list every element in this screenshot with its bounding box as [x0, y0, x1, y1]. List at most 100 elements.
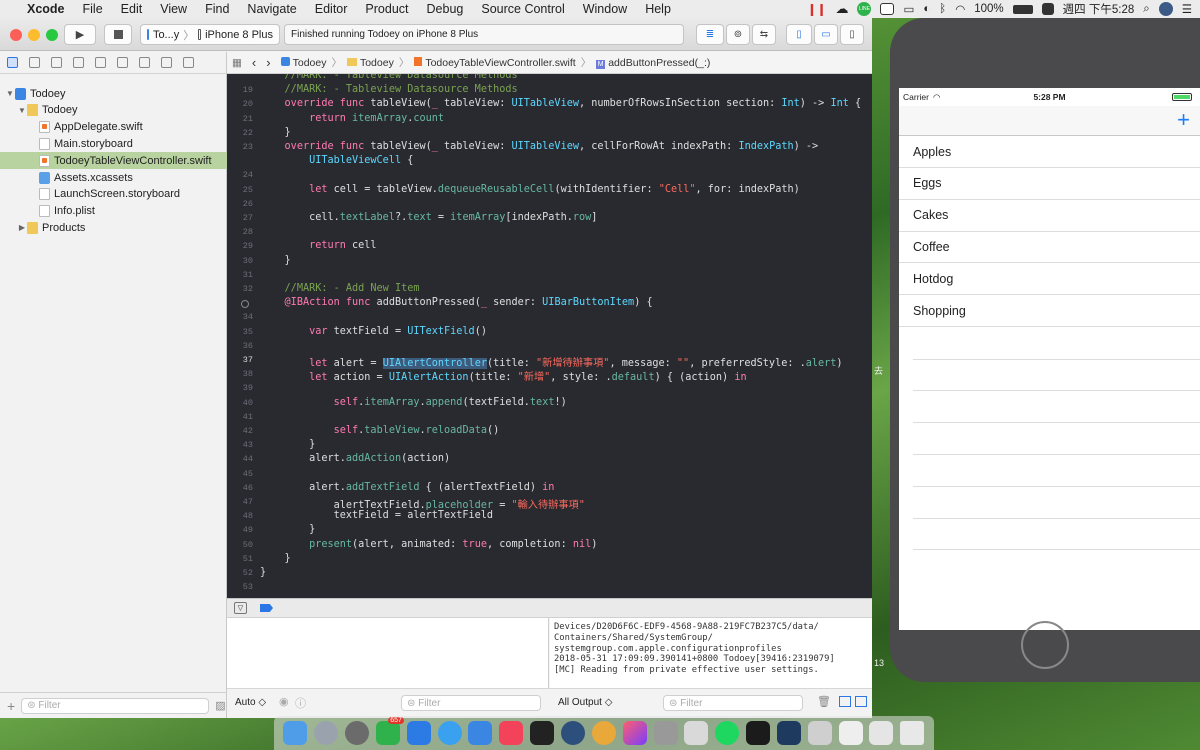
menu-find[interactable]: Find [196, 2, 238, 16]
add-item-button[interactable]: + [1177, 106, 1190, 134]
trash-dock-icon[interactable] [900, 721, 925, 745]
todo-cell[interactable]: Apples [899, 136, 1200, 168]
menu-edit[interactable]: Edit [112, 2, 152, 16]
nav-row-info-plist[interactable]: Info.plist [0, 203, 227, 220]
code-line[interactable]: self.tableView.reloadData() [260, 425, 500, 436]
report-icon[interactable] [183, 57, 194, 68]
console-only-icon[interactable] [855, 696, 867, 707]
downloads-stack-icon[interactable] [807, 721, 832, 745]
code-line[interactable]: return cell [260, 240, 376, 251]
documents-stack-icon[interactable] [838, 721, 863, 745]
code-line[interactable]: present(alert, animated: true, completio… [260, 539, 597, 550]
version-editor-button[interactable]: ⇆ [752, 24, 776, 45]
navigator-filter-input[interactable]: ⊜ Filter [21, 697, 210, 714]
line-app-icon[interactable]: 657 [375, 717, 404, 745]
disclosure-icon[interactable]: ▼ [17, 106, 27, 115]
spotify-icon[interactable] [715, 721, 740, 745]
bookmark-icon[interactable]: ▭ [903, 2, 914, 16]
code-line[interactable]: textField = alertTextField [260, 510, 493, 521]
photo-app-icon[interactable] [622, 721, 647, 745]
jump-group[interactable]: Todoey [342, 57, 399, 69]
menu-window[interactable]: Window [574, 2, 636, 16]
nav-row-todoey[interactable]: ▼ Todoey [0, 85, 227, 102]
line-icon[interactable]: LINE [857, 2, 872, 16]
zoom-window-icon[interactable] [46, 29, 58, 41]
preview-icon[interactable] [684, 721, 709, 745]
todo-cell[interactable]: Hotdog [899, 263, 1200, 296]
jump-file[interactable]: TodoeyTableViewController.swift [409, 56, 580, 69]
status-circle-icon[interactable]: ◐ [923, 3, 930, 15]
standard-editor-button[interactable]: ≣ [696, 24, 724, 45]
instruments-icon[interactable] [776, 721, 801, 745]
code-line[interactable]: } [260, 524, 315, 535]
keyboard-input-icon[interactable] [1041, 3, 1054, 15]
code-line[interactable]: } [260, 439, 315, 450]
stop-button[interactable] [104, 24, 132, 45]
related-items-icon[interactable]: ▦ [227, 57, 247, 69]
console-output[interactable]: Devices/D20D6F6C-EDF9-4568-9A88-219FC7B2… [550, 618, 872, 688]
add-icon[interactable]: + [7, 698, 15, 714]
toggle-utilities-button[interactable]: ▯ [840, 24, 864, 45]
run-button[interactable]: ▶ [64, 24, 96, 45]
menu-file[interactable]: File [74, 2, 112, 16]
menu-app-name[interactable]: Xcode [18, 2, 74, 16]
menu-editor[interactable]: Editor [306, 2, 357, 16]
nav-row-appdelegate-swift[interactable]: AppDelegate.swift [0, 119, 227, 136]
todo-cell[interactable]: Eggs [899, 168, 1200, 200]
spotlight-icon[interactable]: ⌕ [1143, 3, 1149, 16]
database-icon[interactable] [561, 721, 586, 745]
menu-navigate[interactable]: Navigate [238, 2, 305, 16]
debug-icon[interactable] [139, 57, 150, 68]
console-filter-input[interactable]: ⊜ Filter [663, 695, 803, 711]
issue-icon[interactable] [95, 57, 106, 68]
nav-row-todoey[interactable]: ▼ Todoey [0, 102, 227, 119]
code-line[interactable]: return itemArray.count [260, 113, 444, 124]
code-line[interactable]: } [260, 127, 291, 138]
info-icon[interactable]: ⓘ [295, 695, 306, 711]
symbol-icon[interactable] [51, 57, 62, 68]
record-stop-icon[interactable]: ❙❙ [807, 2, 826, 16]
bluetooth-icon[interactable]: ᛒ [939, 3, 946, 15]
todo-cell[interactable]: Shopping [899, 295, 1200, 327]
jump-project[interactable]: Todoey [276, 56, 332, 69]
code-line[interactable]: alertTextField.placeholder = "輸入待辦事項" [260, 496, 585, 511]
forward-icon[interactable]: › [261, 55, 275, 70]
code-line[interactable]: } [260, 553, 291, 564]
battery-text[interactable]: 100% [974, 3, 1003, 15]
jump-method[interactable]: MaddButtonPressed(_:) [591, 57, 715, 69]
menu-product[interactable]: Product [356, 2, 417, 16]
folder-icon[interactable] [7, 57, 18, 68]
find-icon[interactable] [73, 57, 84, 68]
terminal-icon[interactable] [530, 721, 555, 745]
source-control-icon[interactable] [29, 57, 40, 68]
code-line[interactable]: //MARK: - Add New Item [260, 283, 420, 294]
nav-row-todoeytableviewcontroller-swift[interactable]: TodoeyTableViewController.swift [0, 152, 227, 170]
code-line[interactable]: //MARK: - Tableview Datasource Methods [260, 74, 518, 81]
simulator-screen[interactable]: Carrier ◠ 5:28 PM + Apples Eggs Cakes Coffe… [899, 88, 1200, 630]
trash-icon[interactable]: 🗑 [817, 695, 831, 708]
close-window-icon[interactable] [10, 29, 22, 41]
utility-icon[interactable] [653, 721, 678, 745]
toggle-navigator-button[interactable]: ▯ [786, 24, 812, 45]
menu-view[interactable]: View [151, 2, 196, 16]
media-icon[interactable] [746, 721, 771, 745]
ibaction-connection-icon[interactable] [241, 300, 249, 309]
line-number-gutter[interactable]: 19 20 21 22 23 24 25 26 27 28 29 30 31 32 34 35 36 37 38 39… [227, 74, 260, 598]
todo-cell[interactable]: Coffee [899, 231, 1200, 264]
output-select[interactable]: All Output ◇ [558, 697, 612, 708]
minimize-window-icon[interactable] [28, 29, 40, 41]
disclosure-icon[interactable]: ▶ [17, 223, 27, 232]
back-icon[interactable]: ‹ [247, 55, 261, 70]
source-editor[interactable]: 19 20 21 22 23 24 25 26 27 28 29 30 31 32 34 35 36 37 38 39… [227, 74, 872, 598]
nav-row-assets-xcassets[interactable]: Assets.xcassets [0, 169, 227, 186]
code-line[interactable]: } [260, 255, 291, 266]
nav-row-launchscreen-storyboard[interactable]: LaunchScreen.storyboard [0, 186, 227, 203]
menu-debug[interactable]: Debug [418, 2, 473, 16]
system-preferences-icon[interactable] [345, 721, 370, 745]
code-line[interactable]: let action = UIAlertAction(title: "新增", … [260, 368, 747, 383]
battery-icon[interactable] [1012, 4, 1033, 14]
code-line[interactable]: UITableViewCell { [260, 155, 413, 166]
code-line[interactable]: let alert = UIAlertController(title: "新增… [260, 354, 843, 369]
code-line[interactable]: self.itemArray.append(textField.text!) [260, 397, 567, 408]
split-view-icon[interactable] [839, 696, 851, 707]
